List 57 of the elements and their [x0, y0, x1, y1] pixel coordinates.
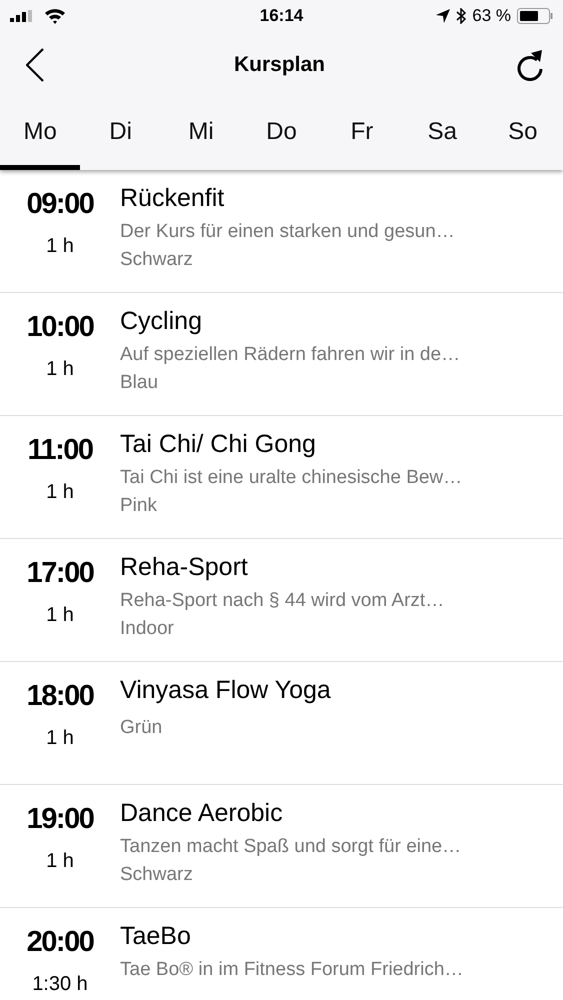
course-title: TaeBo [120, 922, 192, 951]
course-duration: 1 h [46, 235, 74, 258]
course-description: Tae Bo® in im Fitness Forum Friedrich… [120, 959, 464, 981]
course-title: Vinyasa Flow Yoga [120, 676, 331, 705]
course-title: Reha-Sport [120, 553, 249, 582]
course-description: Auf speziellen Rädern fahren wir in de… [120, 344, 460, 366]
course-duration: 1:30 h [32, 973, 88, 996]
course-time: 17:00 [26, 557, 94, 590]
course-room: Schwarz [120, 249, 194, 271]
course-duration: 1 h [46, 358, 74, 381]
wifi-icon [44, 8, 66, 24]
course-time: 11:00 [27, 434, 93, 467]
signal-icon [10, 10, 32, 22]
course-description: Tai Chi ist eine uralte chinesische Bew… [120, 467, 462, 489]
course-duration: 1 h [46, 850, 74, 873]
course-description: Tanzen macht Spaß und sorgt für eine… [120, 836, 462, 858]
battery-icon [516, 8, 553, 24]
course-room: Pink [120, 495, 158, 517]
back-button[interactable] [26, 48, 44, 82]
location-arrow-icon [436, 9, 450, 23]
course-duration: 1 h [46, 727, 74, 750]
day-tab[interactable]: Fr [322, 98, 402, 170]
course-description: Der Kurs für einen starken und gesun… [120, 221, 455, 243]
page-title: Kursplan [234, 53, 325, 77]
course-title: Dance Aerobic [120, 799, 284, 828]
course-row[interactable]: 09:00 1 h Rückenfit Der Kurs für einen starken und gesun… Schwarz [0, 170, 563, 293]
course-row[interactable]: 18:00 1 h Vinyasa Flow Yoga Grün [0, 662, 563, 785]
battery-percent: 63 % [472, 6, 511, 26]
day-tab[interactable]: Do [241, 98, 322, 170]
course-time: 09:00 [26, 188, 94, 221]
course-duration: 1 h [46, 481, 74, 504]
course-time: 18:00 [26, 680, 94, 713]
status-time: 16:14 [260, 6, 304, 26]
course-row[interactable]: 20:00 1:30 h TaeBo Tae Bo® in im Fitness Forum Friedrich… [0, 908, 563, 1000]
course-description: Reha-Sport nach § 44 wird vom Arzt… [120, 590, 444, 612]
course-room: Grün [120, 717, 164, 739]
course-room: Blau [120, 372, 160, 394]
course-title: Cycling [120, 307, 203, 336]
course-row[interactable]: 19:00 1 h Dance Aerobic Tanzen macht Spaß und sorgt für eine… Schwarz [0, 785, 563, 908]
day-tab[interactable]: Di [80, 98, 161, 170]
refresh-button[interactable] [514, 49, 545, 81]
day-tab[interactable]: Mo [0, 98, 80, 170]
course-row[interactable]: 17:00 1 h Reha-Sport Reha-Sport nach § 44 wird vom Arzt… Indoor [0, 539, 563, 662]
course-room: Indoor [120, 618, 175, 640]
course-duration: 1 h [46, 604, 74, 627]
day-tab[interactable]: So [482, 98, 563, 170]
course-time: 20:00 [26, 926, 94, 959]
course-title: Rückenfit [120, 184, 226, 213]
day-tab[interactable]: Mi [160, 98, 242, 170]
course-row[interactable]: 10:00 1 h Cycling Auf speziellen Rädern fahren wir in de… Blau [0, 293, 563, 416]
course-room: Schwarz [120, 864, 194, 886]
bluetooth-icon [456, 8, 466, 24]
course-time: 19:00 [26, 803, 94, 836]
course-row[interactable]: 11:00 1 h Tai Chi/ Chi Gong Tai Chi ist eine uralte chinesische Bew… Pink [0, 416, 563, 539]
course-title: Tai Chi/ Chi Gong [120, 430, 317, 459]
day-tab[interactable]: Sa [402, 98, 483, 170]
course-time: 10:00 [26, 311, 94, 344]
